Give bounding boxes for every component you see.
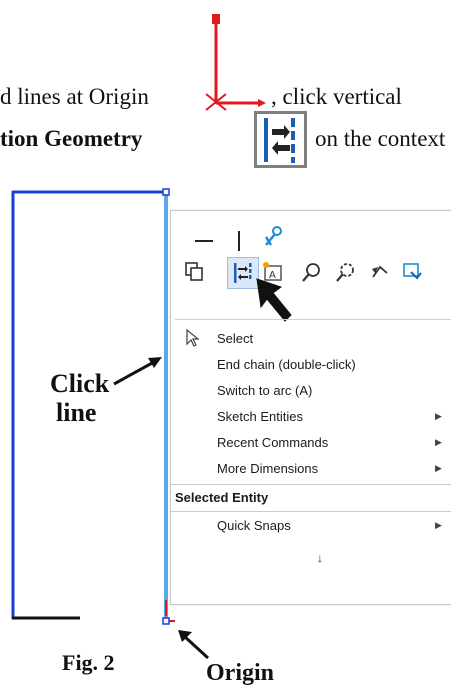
callout-click: Click [50,369,110,398]
doc-text-line-2-suffix: on the context [315,126,446,151]
construction-geometry-icon [254,111,307,168]
doc-text-line-1: d lines at Origin [0,84,149,110]
callout-origin: Origin [206,660,275,686]
origin-icon [205,14,266,111]
section-header-label: Selected Entity [175,490,269,505]
menu-item-more-dimensions[interactable]: More Dimensions ▶ [171,456,451,482]
doc-text-line-1-prefix: d lines at Origin [0,84,149,109]
callout-arrow-icon [113,357,162,386]
context-menu: A Select End chain (double-click) Switch… [170,210,451,605]
menu-item-recent-commands[interactable]: Recent Commands ▶ [171,430,451,456]
menu-item-select[interactable]: Select [171,326,451,352]
menu-item-quick-snaps[interactable]: Quick Snaps ▶ [171,513,451,539]
menu-item-switch-to-arc[interactable]: Switch to arc (A) [171,378,451,404]
context-toolbar-row-1 [195,231,240,251]
menu-item-end-chain[interactable]: End chain (double-click) [171,352,451,378]
fix-icon[interactable] [263,225,285,249]
section-header-selected-entity: Selected Entity [171,484,451,512]
menu-item-sketch-entities[interactable]: Sketch Entities ▶ [171,404,451,430]
copy-icon[interactable] [183,261,205,283]
zoom-to-selection-icon[interactable] [335,261,357,283]
sketch-icon[interactable] [401,261,425,283]
expand-menu-double-chevron-down-icon[interactable]: ↓ [317,551,323,565]
menu-item-label: Recent Commands [217,435,329,450]
doc-text-line-1-suffix: , click vertical [271,84,402,109]
zoom-icon[interactable] [301,261,323,283]
doc-text-bold: tion Geometry [0,126,143,151]
menu-item-label: More Dimensions [217,461,319,476]
figure-label: Fig. 2 [62,650,115,675]
doc-text-line-2: tion Geometry [0,126,142,152]
mouse-cursor-arrow-icon [256,278,292,322]
submenu-arrow-icon: ▶ [435,411,442,421]
submenu-arrow-icon: ▶ [435,520,442,530]
submenu-arrow-icon: ▶ [435,463,442,473]
normal-to-icon[interactable] [369,261,391,283]
callout-line: line [56,398,97,427]
origin-arrow-icon [178,630,210,660]
menu-item-label: Select [217,331,254,346]
menu-item-label: Quick Snaps [217,518,291,533]
submenu-arrow-icon: ▶ [435,437,442,447]
menu-item-label: End chain (double-click) [217,357,356,372]
menu-item-label: Sketch Entities [217,409,303,424]
menu-divider [175,319,451,320]
menu-item-label: Switch to arc (A) [217,383,313,398]
